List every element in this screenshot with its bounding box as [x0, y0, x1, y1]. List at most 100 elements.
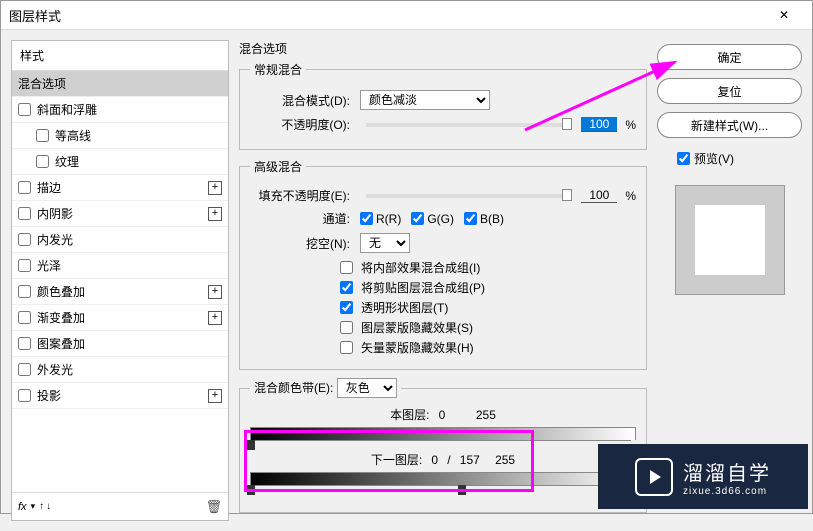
advanced-blend-group: 高级混合 填充不透明度(E): % 通道: R(R) G(G) B(B) — [239, 158, 647, 370]
channel-r[interactable]: R(R) — [360, 212, 401, 226]
opt-clip-group[interactable] — [340, 281, 353, 294]
style-checkbox[interactable] — [18, 285, 31, 298]
normal-blend-legend: 常规混合 — [250, 61, 306, 78]
style-checkbox[interactable] — [18, 103, 31, 116]
style-checkbox[interactable] — [18, 363, 31, 376]
style-checkbox[interactable] — [18, 311, 31, 324]
plus-icon[interactable]: + — [208, 181, 222, 195]
style-item[interactable]: 图案叠加 — [12, 331, 228, 357]
style-item[interactable]: 混合选项 — [12, 71, 228, 97]
opt-transparency-shapes[interactable] — [340, 301, 353, 314]
close-icon: ✕ — [779, 8, 789, 22]
fill-opacity-label: 填充不透明度(E): — [250, 187, 350, 204]
style-item[interactable]: 描边+ — [12, 175, 228, 201]
titlebar: 图层样式 ✕ — [1, 1, 812, 30]
channel-b[interactable]: B(B) — [464, 212, 504, 226]
close-button[interactable]: ✕ — [764, 1, 804, 29]
arrow-down-icon[interactable]: ↓ — [46, 501, 51, 512]
pct-label: % — [625, 118, 636, 132]
ok-button[interactable]: 确定 — [657, 44, 802, 70]
style-item[interactable]: 等高线 — [12, 123, 228, 149]
this-layer-gradient[interactable] — [250, 427, 636, 441]
preview-swatch — [695, 205, 765, 275]
opt-inner-effects[interactable] — [340, 261, 353, 274]
gradient-marker-black[interactable] — [247, 485, 255, 495]
style-label: 纹理 — [55, 153, 222, 170]
fx-label: fx — [18, 501, 27, 513]
preview-checkbox[interactable] — [677, 152, 690, 165]
watermark-url: zixue.3d66.com — [683, 486, 771, 497]
style-checkbox[interactable] — [18, 259, 31, 272]
style-label: 等高线 — [55, 127, 222, 144]
channel-g[interactable]: G(G) — [411, 212, 454, 226]
style-label: 混合选项 — [18, 75, 222, 92]
gradient-marker-black[interactable] — [247, 440, 255, 450]
blend-if-select[interactable]: 灰色 — [337, 378, 397, 398]
style-item[interactable]: 内发光 — [12, 227, 228, 253]
fill-opacity-slider[interactable] — [366, 194, 571, 198]
style-label: 投影 — [37, 387, 208, 404]
plus-icon[interactable]: + — [208, 207, 222, 221]
blend-if-group: 混合颜色带(E): 灰色 本图层: 0 255 下一图层: 0 — [239, 378, 647, 513]
style-checkbox[interactable] — [18, 389, 31, 402]
styles-footer: fx ▾ ↑ ↓ 🗑 — [12, 492, 228, 520]
opacity-input[interactable] — [581, 117, 617, 132]
slider-thumb[interactable] — [562, 189, 572, 201]
style-label: 描边 — [37, 179, 208, 196]
style-checkbox[interactable] — [36, 129, 49, 142]
options-panel: 混合选项 常规混合 混合模式(D): 颜色减淡 不透明度(O): % — [239, 40, 647, 521]
fill-opacity-input[interactable] — [581, 188, 617, 203]
opt-vector-mask-hide[interactable] — [340, 341, 353, 354]
style-checkbox[interactable] — [18, 233, 31, 246]
knockout-select[interactable]: 无 — [360, 233, 410, 253]
style-checkbox[interactable] — [18, 207, 31, 220]
style-item[interactable]: 颜色叠加+ — [12, 279, 228, 305]
blend-if-legend: 混合颜色带(E): 灰色 — [250, 378, 401, 398]
style-item[interactable]: 斜面和浮雕 — [12, 97, 228, 123]
style-label: 渐变叠加 — [37, 309, 208, 326]
trash-icon[interactable]: 🗑 — [205, 499, 222, 515]
style-label: 外发光 — [37, 361, 222, 378]
blend-options-title: 混合选项 — [239, 40, 647, 57]
watermark: 溜溜自学 zixue.3d66.com — [598, 444, 808, 509]
style-label: 内阴影 — [37, 205, 208, 222]
plus-icon[interactable]: + — [208, 311, 222, 325]
style-list: 混合选项斜面和浮雕等高线纹理描边+内阴影+内发光光泽颜色叠加+渐变叠加+图案叠加… — [12, 71, 228, 492]
style-item[interactable]: 渐变叠加+ — [12, 305, 228, 331]
preview-box — [675, 185, 785, 295]
plus-icon[interactable]: + — [208, 285, 222, 299]
style-checkbox[interactable] — [18, 337, 31, 350]
knockout-label: 挖空(N): — [250, 235, 350, 252]
style-label: 内发光 — [37, 231, 222, 248]
chevron-down-icon[interactable]: ▾ — [31, 501, 36, 512]
blend-mode-select[interactable]: 颜色减淡 — [360, 90, 490, 110]
arrow-up-icon[interactable]: ↑ — [39, 501, 44, 512]
new-style-button[interactable]: 新建样式(W)... — [657, 112, 802, 138]
layer-style-dialog: 图层样式 ✕ 样式 混合选项斜面和浮雕等高线纹理描边+内阴影+内发光光泽颜色叠加… — [0, 0, 813, 514]
style-item[interactable]: 光泽 — [12, 253, 228, 279]
styles-header: 样式 — [12, 41, 228, 71]
styles-panel: 样式 混合选项斜面和浮雕等高线纹理描边+内阴影+内发光光泽颜色叠加+渐变叠加+图… — [11, 40, 229, 521]
under-layer-gradient[interactable] — [250, 472, 636, 486]
slider-thumb[interactable] — [562, 118, 572, 130]
plus-icon[interactable]: + — [208, 389, 222, 403]
opt-layer-mask-hide[interactable] — [340, 321, 353, 334]
gradient-marker-mid[interactable] — [458, 485, 466, 495]
style-item[interactable]: 投影+ — [12, 383, 228, 409]
blend-mode-label: 混合模式(D): — [250, 92, 350, 109]
advanced-blend-legend: 高级混合 — [250, 158, 306, 175]
channels-label: 通道: — [250, 210, 350, 227]
style-item[interactable]: 纹理 — [12, 149, 228, 175]
dialog-title: 图层样式 — [9, 6, 61, 25]
style-label: 图案叠加 — [37, 335, 222, 352]
style-label: 斜面和浮雕 — [37, 101, 222, 118]
play-icon — [635, 458, 673, 496]
style-checkbox[interactable] — [18, 181, 31, 194]
opacity-slider[interactable] — [366, 123, 571, 127]
preview-label: 预览(V) — [694, 150, 734, 167]
style-item[interactable]: 外发光 — [12, 357, 228, 383]
style-label: 光泽 — [37, 257, 222, 274]
style-checkbox[interactable] — [36, 155, 49, 168]
style-item[interactable]: 内阴影+ — [12, 201, 228, 227]
cancel-button[interactable]: 复位 — [657, 78, 802, 104]
